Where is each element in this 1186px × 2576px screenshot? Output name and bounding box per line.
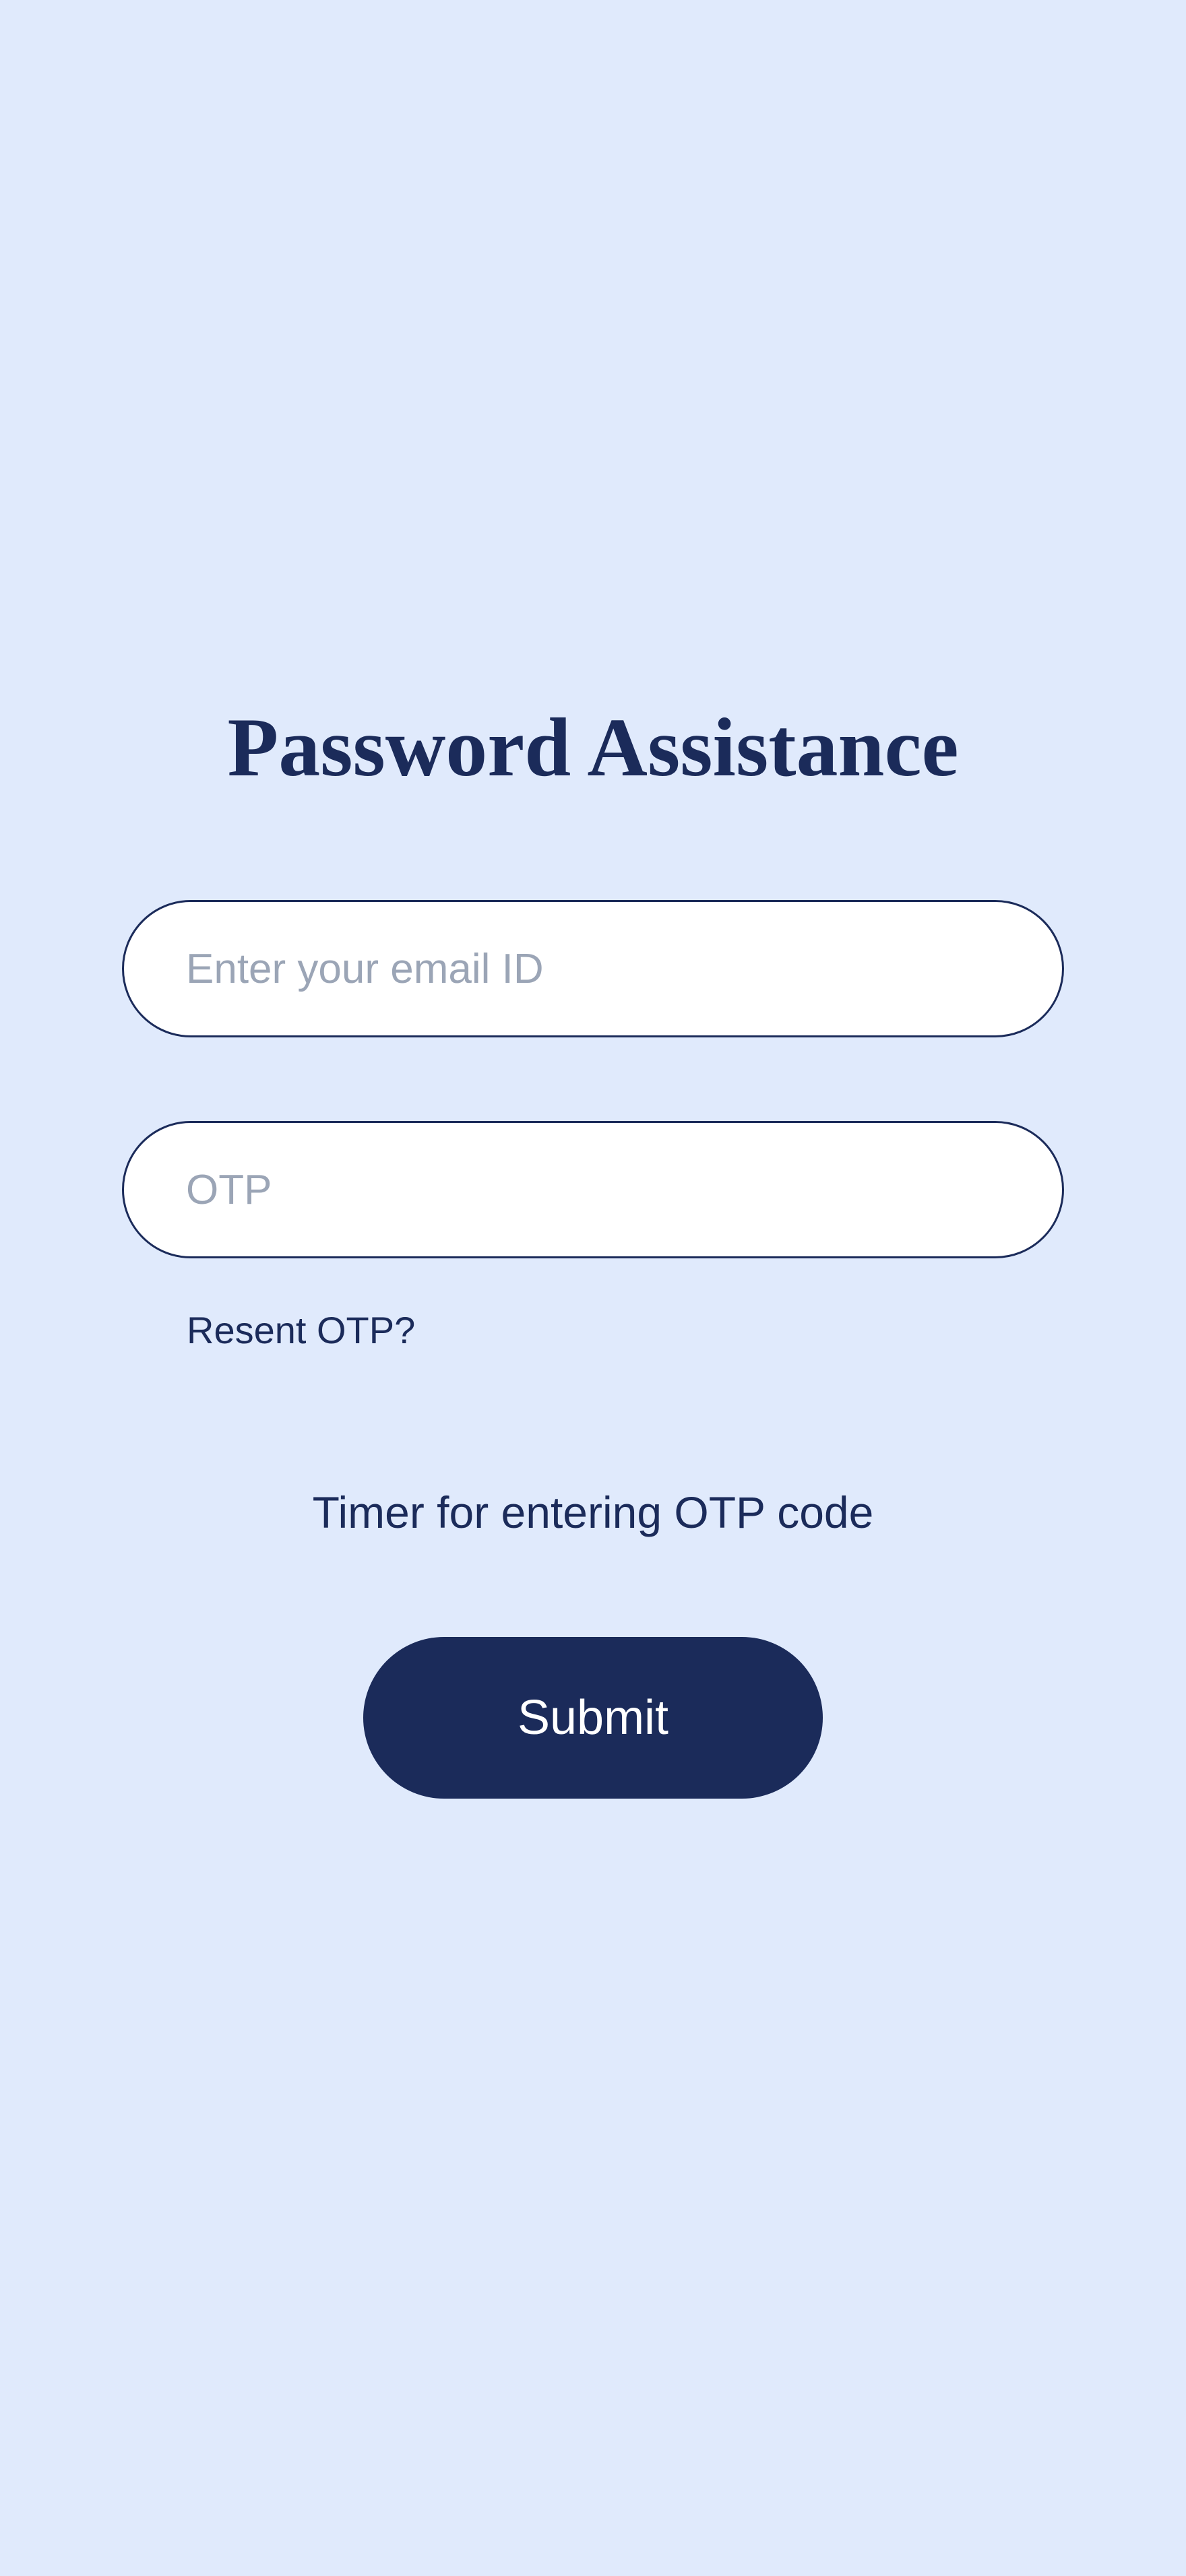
- email-field[interactable]: [122, 900, 1064, 1037]
- otp-timer-text: Timer for entering OTP code: [312, 1487, 874, 1537]
- page-title: Password Assistance: [227, 701, 959, 794]
- otp-field[interactable]: [122, 1121, 1064, 1258]
- submit-button[interactable]: Submit: [363, 1637, 823, 1799]
- resend-otp-link[interactable]: Resent OTP?: [187, 1307, 415, 1354]
